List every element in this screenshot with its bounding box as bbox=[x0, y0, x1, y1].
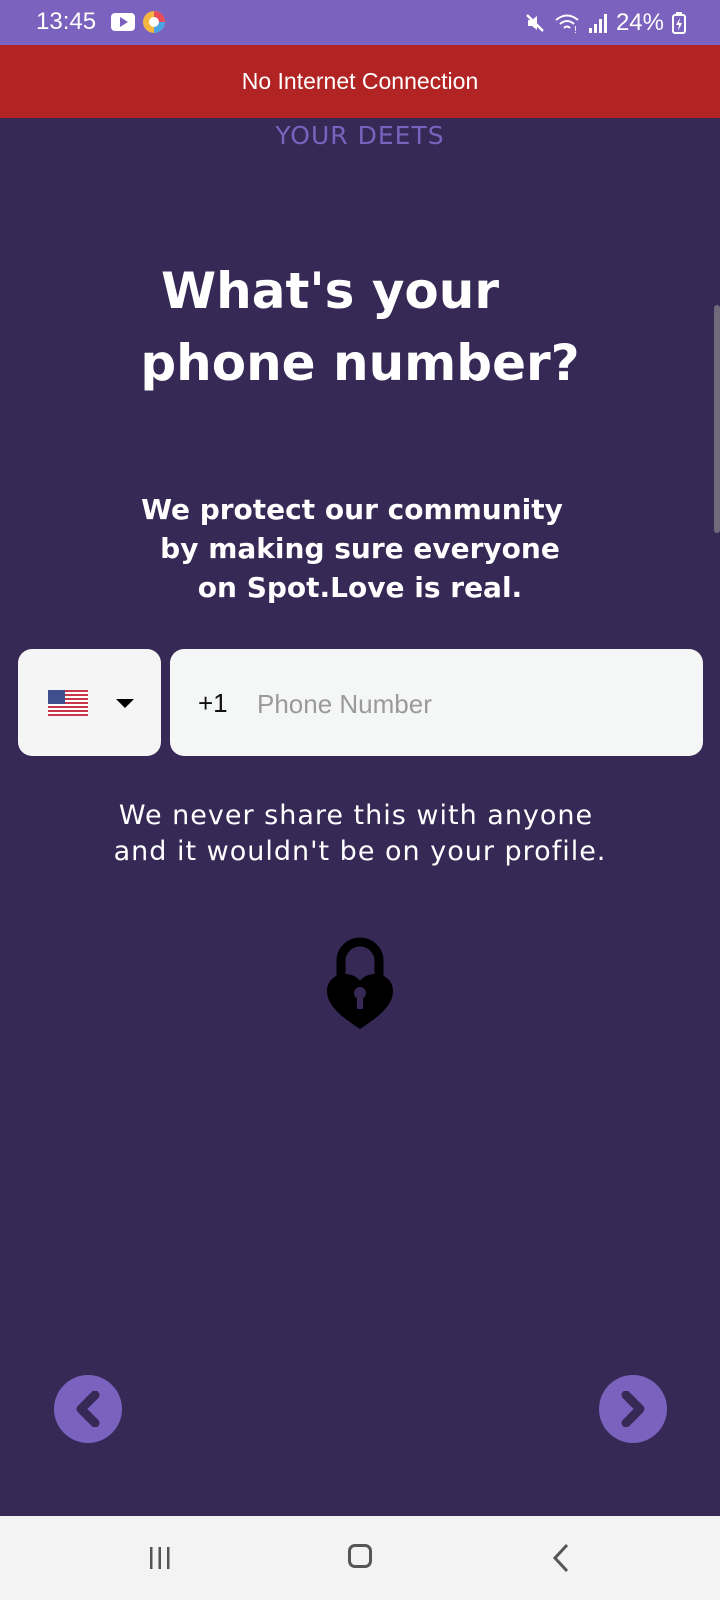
battery-percent: 24% bbox=[615, 9, 664, 36]
banner-text: No Internet Connection bbox=[241, 68, 479, 94]
home-icon[interactable] bbox=[348, 1544, 372, 1568]
country-picker[interactable] bbox=[18, 649, 161, 756]
subtitle-line-2: by making sure everyone bbox=[160, 532, 560, 565]
privacy-note-line-1: We never share this with anyone bbox=[118, 800, 594, 831]
lock-icon bbox=[327, 937, 393, 1029]
scrollbar[interactable] bbox=[714, 305, 720, 533]
system-back-icon[interactable] bbox=[551, 1543, 571, 1573]
app-icon bbox=[143, 11, 165, 33]
back-button[interactable] bbox=[54, 1375, 122, 1443]
phone-number-field[interactable]: +1 bbox=[170, 649, 703, 756]
chevron-down-icon bbox=[116, 699, 134, 708]
wifi-icon: ! bbox=[555, 14, 579, 34]
page-title-line-2: phone number? bbox=[140, 334, 580, 392]
phone-input[interactable] bbox=[255, 679, 679, 729]
chevron-left-icon bbox=[76, 1391, 100, 1427]
section-label: YOUR DEETS bbox=[275, 121, 445, 150]
system-navigation-bar bbox=[0, 1516, 720, 1600]
signal-icon bbox=[588, 14, 607, 33]
next-button[interactable] bbox=[599, 1375, 667, 1443]
status-time: 13:45 bbox=[36, 8, 97, 35]
chevron-right-icon bbox=[621, 1391, 645, 1427]
page-title-line-1: What's your bbox=[160, 262, 500, 320]
dial-code: +1 bbox=[198, 688, 228, 718]
status-bar: 13:45 ! 24% bbox=[0, 0, 720, 45]
status-icons: ! 24% bbox=[524, 9, 686, 37]
no-internet-banner: No Internet Connection bbox=[0, 45, 720, 118]
us-flag-icon bbox=[48, 690, 88, 716]
subtitle-line-3: on Spot.Love is real. bbox=[197, 571, 523, 604]
mute-icon bbox=[526, 14, 544, 32]
privacy-note-line-2: and it wouldn't be on your profile. bbox=[113, 836, 607, 867]
recents-icon[interactable] bbox=[148, 1546, 172, 1570]
svg-text:!: ! bbox=[574, 25, 577, 34]
youtube-icon bbox=[111, 13, 135, 31]
battery-icon bbox=[672, 12, 686, 34]
subtitle-line-1: We protect our community bbox=[141, 493, 563, 526]
